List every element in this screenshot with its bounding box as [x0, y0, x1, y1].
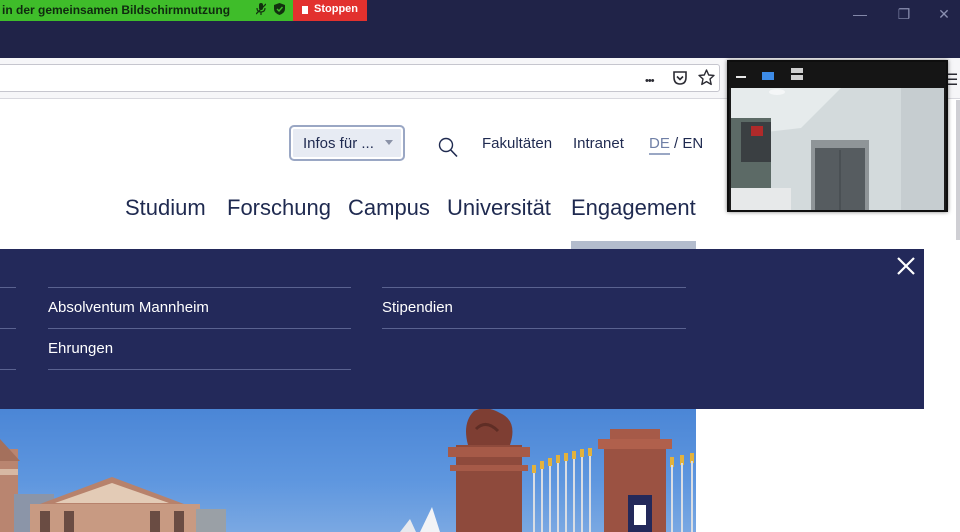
minimize-button[interactable]: —: [840, 0, 880, 28]
pocket-icon[interactable]: [672, 70, 688, 90]
title-bar: in der gemeinsamen Bildschirmnutzung Sto…: [0, 0, 960, 58]
webcam-toolbar: [729, 62, 946, 88]
menu-divider: [382, 328, 686, 329]
page-scrollbar[interactable]: [956, 100, 960, 240]
nav-link-fakultaeten[interactable]: Fakultäten: [482, 135, 552, 152]
menu-divider: [48, 369, 351, 370]
webcam-preview-window[interactable]: [727, 60, 948, 212]
split-view-icon[interactable]: [791, 68, 803, 73]
close-menu-icon[interactable]: [896, 256, 916, 276]
lang-de-link[interactable]: DE: [649, 135, 670, 155]
search-icon[interactable]: [438, 137, 458, 158]
stop-sharing-button[interactable]: Stoppen: [293, 0, 367, 21]
main-nav-studium[interactable]: Studium: [125, 195, 206, 221]
close-icon: ✕: [938, 5, 950, 22]
main-nav-universitaet[interactable]: Universität: [447, 195, 551, 221]
minimize-icon: —: [853, 6, 867, 22]
screen-share-banner: in der gemeinsamen Bildschirmnutzung Sto…: [0, 0, 367, 21]
screen-share-text: in der gemeinsamen Bildschirmnutzung: [2, 3, 231, 17]
menu-link-absolventum[interactable]: Absolventum Mannheim: [48, 299, 209, 316]
menu-divider: [0, 287, 16, 288]
infos-fuer-label: Infos für ...: [303, 134, 374, 152]
single-view-icon[interactable]: [762, 72, 774, 80]
lang-separator: /: [669, 135, 683, 152]
language-switcher: DE / EN: [649, 135, 703, 155]
main-nav-engagement[interactable]: Engagement: [571, 195, 696, 221]
page-actions-icon[interactable]: •••: [645, 73, 655, 89]
main-nav-campus[interactable]: Campus: [348, 195, 430, 221]
star-icon[interactable]: [698, 69, 715, 90]
minimize-icon[interactable]: [736, 76, 746, 78]
menu-link-stipendien[interactable]: Stipendien: [382, 299, 453, 316]
webcam-video-feed: [731, 88, 944, 210]
menu-divider: [48, 328, 351, 329]
restore-icon: ❐: [897, 5, 911, 22]
restore-button[interactable]: ❐: [884, 0, 924, 28]
active-nav-indicator: [571, 241, 696, 249]
stop-square-icon: [302, 6, 308, 14]
shield-check-icon[interactable]: [274, 3, 285, 18]
menu-divider: [0, 369, 16, 370]
hero-image-palace: [0, 409, 696, 532]
engagement-mega-menu: Absolventum Mannheim Ehrungen Stipendien: [0, 249, 924, 409]
infos-fuer-dropdown[interactable]: Infos für ...: [289, 125, 405, 161]
close-window-button[interactable]: ✕: [924, 0, 960, 28]
menu-divider: [382, 287, 686, 288]
url-bar[interactable]: •••: [0, 64, 720, 92]
mic-muted-icon[interactable]: [255, 3, 267, 18]
nav-link-intranet[interactable]: Intranet: [573, 135, 624, 152]
lang-en-link[interactable]: EN: [682, 135, 703, 152]
stop-label: Stoppen: [314, 3, 358, 15]
menu-divider: [0, 328, 16, 329]
menu-link-ehrungen[interactable]: Ehrungen: [48, 340, 113, 357]
chevron-down-icon: [385, 140, 393, 145]
main-nav-forschung[interactable]: Forschung: [227, 195, 331, 221]
screen-share-status: in der gemeinsamen Bildschirmnutzung: [0, 0, 293, 21]
menu-divider: [48, 287, 351, 288]
